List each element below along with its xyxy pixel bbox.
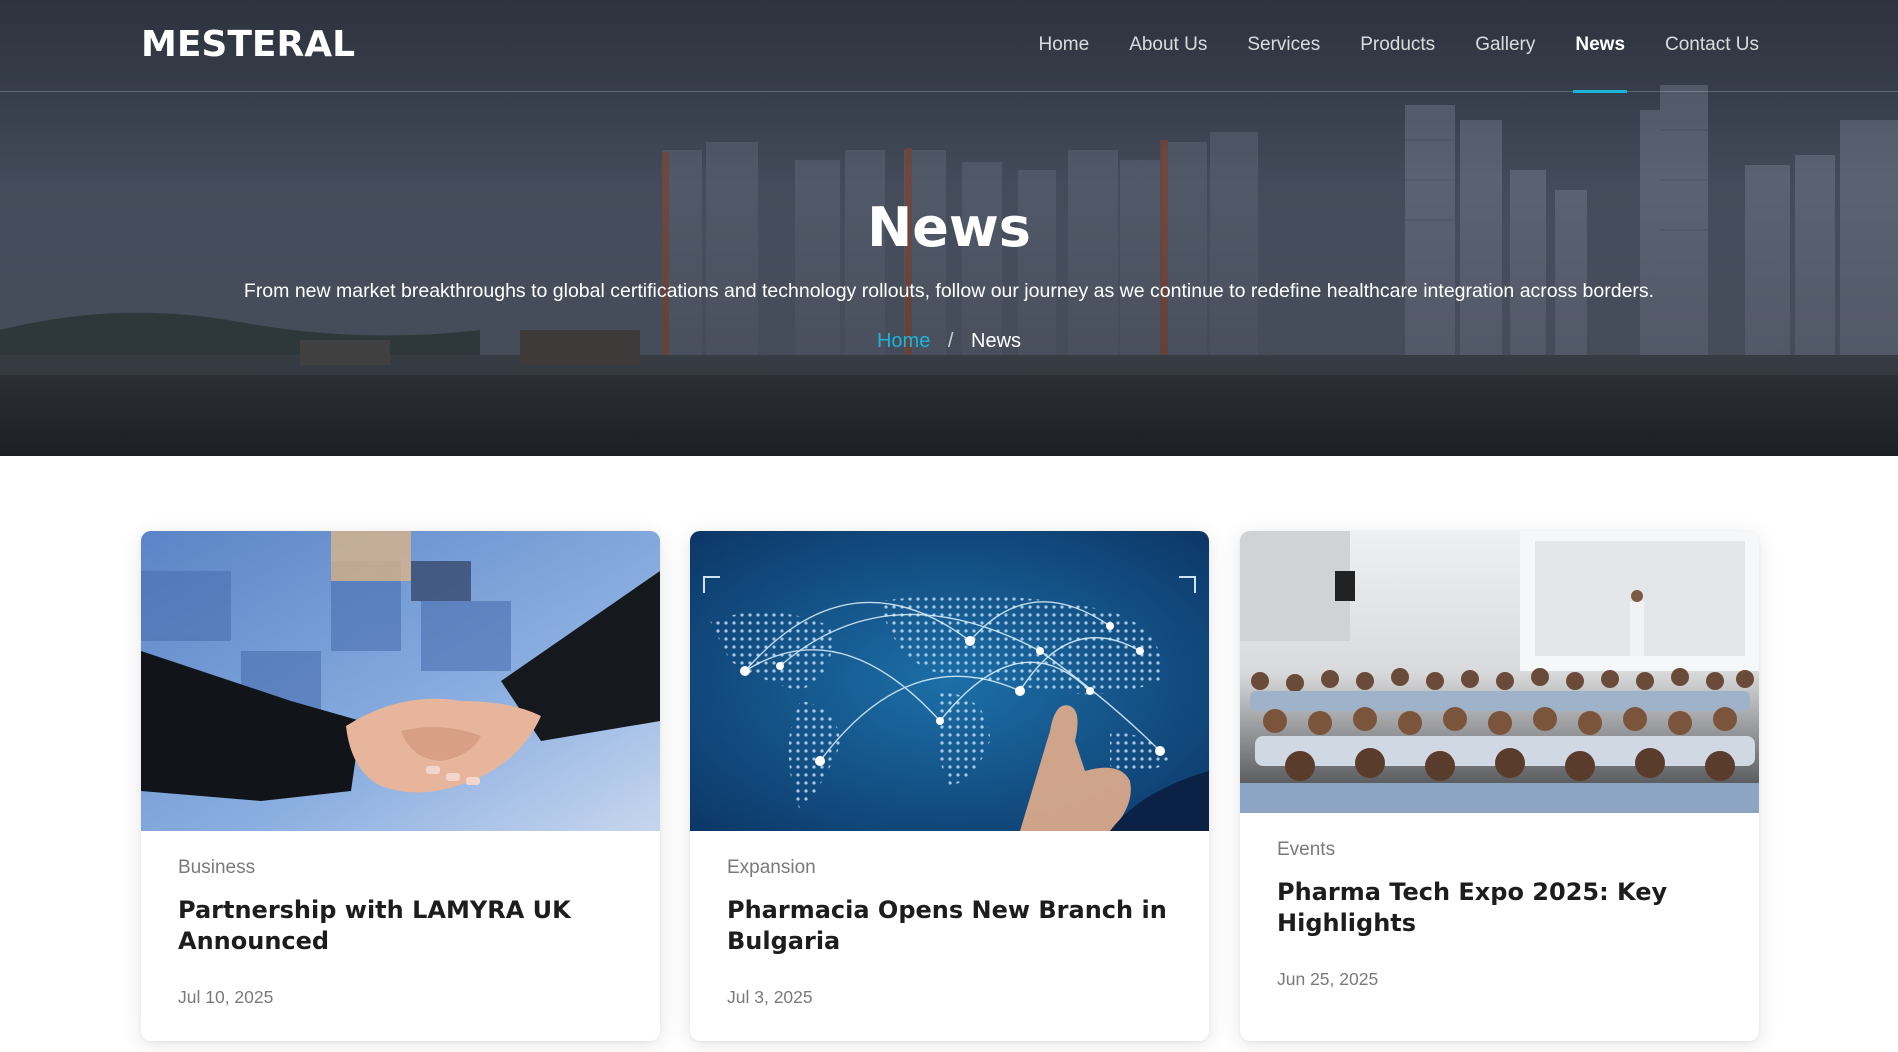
article-date: Jul 10, 2025 [178,987,274,1007]
news-card[interactable]: Business Partnership with LAMYRA UK Anno… [141,531,660,1041]
nav-item-home[interactable]: Home [1039,0,1090,92]
nav-item-gallery[interactable]: Gallery [1475,0,1535,92]
nav-item-news[interactable]: News [1573,0,1627,93]
breadcrumb-home-link[interactable]: Home [877,330,930,352]
conference-audience-image[interactable] [1240,531,1759,813]
article-category: Business [178,857,256,878]
article-title[interactable]: Partnership with LAMYRA UK Announced [178,895,623,957]
world-network-image[interactable] [690,531,1209,831]
article-date: Jul 3, 2025 [727,987,813,1007]
page-title: News [867,196,1031,259]
handshake-image[interactable] [141,531,660,831]
card-body: Business Partnership with LAMYRA UK Anno… [141,857,660,1008]
news-card[interactable]: Expansion Pharmacia Opens New Branch in … [690,531,1209,1041]
card-body: Expansion Pharmacia Opens New Branch in … [690,857,1209,1008]
breadcrumb: Home / News [0,330,1898,353]
hero-banner: MESTERAL Home About Us Services Products… [0,0,1898,456]
article-category: Events [1277,839,1336,860]
nav-item-products[interactable]: Products [1360,0,1435,92]
breadcrumb-separator: / [947,330,954,352]
site-logo[interactable]: MESTERAL [141,24,355,65]
article-title[interactable]: Pharma Tech Expo 2025: Key Highlights [1277,877,1722,939]
article-title[interactable]: Pharmacia Opens New Branch in Bulgaria [727,895,1172,957]
page-subtitle: From new market breakthroughs to global … [243,280,1655,302]
card-body: Events Pharma Tech Expo 2025: Key Highli… [1240,839,1759,990]
site-header: MESTERAL Home About Us Services Products… [0,0,1898,93]
main-nav: Home About Us Services Products Gallery … [999,0,1759,93]
breadcrumb-current: News [971,330,1022,352]
article-category: Expansion [727,857,816,878]
article-date: Jun 25, 2025 [1277,969,1379,989]
nav-item-contact-us[interactable]: Contact Us [1665,0,1759,92]
news-card[interactable]: Events Pharma Tech Expo 2025: Key Highli… [1240,531,1759,1041]
nav-item-about-us[interactable]: About Us [1129,0,1207,92]
nav-item-services[interactable]: Services [1247,0,1320,92]
